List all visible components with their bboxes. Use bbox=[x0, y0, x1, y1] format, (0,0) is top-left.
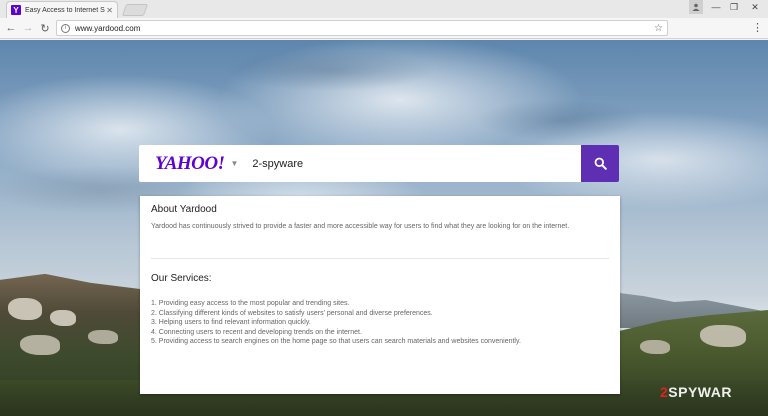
browser-tab[interactable]: Y Easy Access to Internet S ✕ bbox=[6, 1, 118, 18]
bookmark-star-icon[interactable]: ☆ bbox=[654, 23, 663, 34]
user-profile-icon[interactable] bbox=[689, 0, 703, 14]
services-list: 1. Providing easy access to the most pop… bbox=[151, 299, 521, 347]
divider bbox=[151, 258, 609, 259]
close-tab-icon[interactable]: ✕ bbox=[106, 6, 113, 15]
info-icon[interactable]: i bbox=[61, 23, 70, 33]
list-item: 5. Providing access to search engines on… bbox=[151, 338, 521, 345]
list-item: 2. Classifying different kinds of websit… bbox=[151, 309, 433, 317]
search-input[interactable] bbox=[252, 157, 573, 170]
new-tab-button[interactable] bbox=[121, 4, 149, 16]
reload-icon[interactable]: ↻ bbox=[38, 21, 52, 35]
tab-title: Easy Access to Internet S bbox=[25, 6, 105, 14]
browser-toolbar: ← → ↻ i www.yardood.com ☆ ⋮ bbox=[0, 18, 768, 39]
yahoo-favicon-icon: Y bbox=[11, 5, 21, 15]
list-item: 3. Helping users to find relevant inform… bbox=[151, 319, 311, 326]
address-bar[interactable]: i www.yardood.com ☆ bbox=[56, 20, 668, 36]
menu-icon[interactable]: ⋮ bbox=[752, 21, 763, 34]
list-item: 4. Connecting users to recent and develo… bbox=[151, 328, 362, 336]
services-title: Our Services: bbox=[151, 273, 212, 284]
rock bbox=[50, 310, 76, 326]
maximize-icon[interactable]: ❐ bbox=[726, 0, 742, 14]
about-text: Yardood has continuously strived to prov… bbox=[151, 223, 570, 230]
url-text[interactable]: www.yardood.com bbox=[75, 24, 140, 33]
rock bbox=[88, 330, 118, 344]
rock bbox=[640, 340, 670, 354]
rock bbox=[20, 335, 60, 355]
search-icon bbox=[594, 157, 607, 170]
yahoo-logo[interactable]: YAHOO! bbox=[155, 153, 225, 175]
tab-strip: Y Easy Access to Internet S ✕ — ❐ ✕ bbox=[0, 0, 768, 18]
rock bbox=[700, 325, 746, 347]
back-arrow-icon[interactable]: ← bbox=[4, 21, 18, 35]
watermark: 2SPYWAR bbox=[660, 384, 732, 400]
rock bbox=[8, 298, 42, 320]
info-panel: About Yardood Yardood has continuously s… bbox=[140, 196, 620, 394]
close-window-icon[interactable]: ✕ bbox=[744, 0, 766, 14]
minimize-icon[interactable]: — bbox=[708, 0, 724, 14]
search-button[interactable] bbox=[581, 145, 619, 182]
chevron-down-icon[interactable]: ▼ bbox=[230, 159, 238, 168]
forward-arrow-icon[interactable]: → bbox=[21, 21, 35, 35]
about-title: About Yardood bbox=[151, 204, 217, 215]
list-item: 1. Providing easy access to the most pop… bbox=[151, 300, 350, 307]
search-bar: YAHOO! ▼ bbox=[139, 145, 581, 182]
